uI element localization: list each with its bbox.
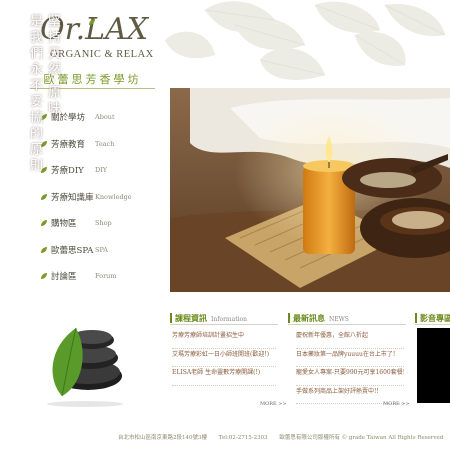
leaf-icon	[41, 193, 47, 200]
news-title-zh: 最新訊息	[293, 313, 325, 323]
news-title[interactable]: 最新訊息 NEWS	[293, 313, 349, 324]
nav-label-en: SPA	[95, 245, 108, 254]
list-item[interactable]: 日本藥妝第一品牌yuuuu在台上市了!	[296, 349, 404, 367]
courses-title-zh: 課程資訊	[175, 313, 207, 323]
section-marker	[288, 313, 290, 323]
nav-label-en: About	[95, 113, 115, 122]
nav-label: 討論區	[51, 272, 77, 283]
footer-address: 台北市松山區南京東路2段140號3樓	[118, 435, 207, 441]
leaf-icon	[89, 19, 95, 25]
video-title[interactable]: 影音專區	[420, 313, 450, 324]
nav-item-forum[interactable]: 討論區 Forum	[40, 263, 158, 290]
list-item[interactable]: 芳療芳療師培訓計畫招生中	[172, 330, 276, 349]
footer-tel: Tel:02-2715-2303	[218, 435, 268, 441]
nav-label: 歐蕾思SPA	[51, 245, 94, 256]
nav-label-en: Forum	[95, 272, 117, 281]
news-title-en: NEWS	[329, 316, 349, 323]
nav-label: 購物區	[51, 219, 77, 230]
leaf-icon	[41, 220, 47, 227]
nav-item-knowledge[interactable]: 芳療知識庫 Knowledge	[40, 184, 158, 211]
site-footer: 台北市松山區南京東路2段140號3樓 Tel:02-2715-2303 歐蕾思有…	[118, 433, 450, 441]
courses-title-en: Information	[211, 316, 248, 323]
video-player[interactable]	[417, 328, 450, 403]
news-list: 慶祝新年優惠，全館八折起 日本藥妝第一品牌yuuuu在台上市了! 寵愛女人專案-…	[296, 330, 404, 404]
footer-copyright: 歐蕾思有限公司版權所有 © grade Taiwan All Rights Re…	[279, 435, 444, 441]
list-item[interactable]: 慶祝新年優惠，全館八折起	[296, 330, 404, 349]
spa-stones-image	[47, 327, 123, 407]
list-item[interactable]: 艾瑪芳療彩虹一日小師班開班(歡迎!)	[172, 349, 276, 367]
section-marker	[415, 313, 417, 323]
news-more-link[interactable]: MORE >>	[383, 401, 410, 407]
hero-slogan-line1: 堅持天然‧原味	[45, 14, 60, 118]
list-item[interactable]: 寵愛女人專案-只要990元可享1600套餐!	[296, 367, 404, 386]
leaf-background	[165, 1, 446, 80]
leaf-icon	[41, 246, 47, 253]
leaf-icon	[41, 273, 47, 280]
hero-slogan: 堅持天然‧原味 是我們永不妥協的原則	[22, 14, 66, 184]
nav-label-en: Shop	[95, 219, 112, 228]
courses-more-link[interactable]: MORE >>	[260, 401, 287, 407]
divider	[415, 324, 450, 325]
section-marker	[170, 313, 172, 323]
nav-label-en: Teach	[95, 139, 115, 148]
divider	[170, 324, 278, 325]
courses-title[interactable]: 課程資訊 Information	[175, 313, 247, 324]
nav-label: 芳療知識庫	[51, 192, 94, 203]
nav-item-shop[interactable]: 購物區 Shop	[40, 210, 158, 237]
divider	[288, 324, 406, 325]
nav-label-en: DIY	[95, 166, 108, 175]
nav-item-spa[interactable]: 歐蕾思SPA SPA	[40, 237, 158, 264]
hero-slogan-line2: 是我們永不妥協的原則	[27, 14, 42, 174]
list-item[interactable]: ELISA老師 生命靈數芳療開課(!)	[172, 367, 276, 386]
hero-banner	[170, 88, 450, 292]
nav-label-en: Knowledge	[95, 192, 132, 201]
courses-list: 芳療芳療師培訓計畫招生中 艾瑪芳療彩虹一日小師班開班(歡迎!) ELISA老師 …	[172, 330, 276, 386]
